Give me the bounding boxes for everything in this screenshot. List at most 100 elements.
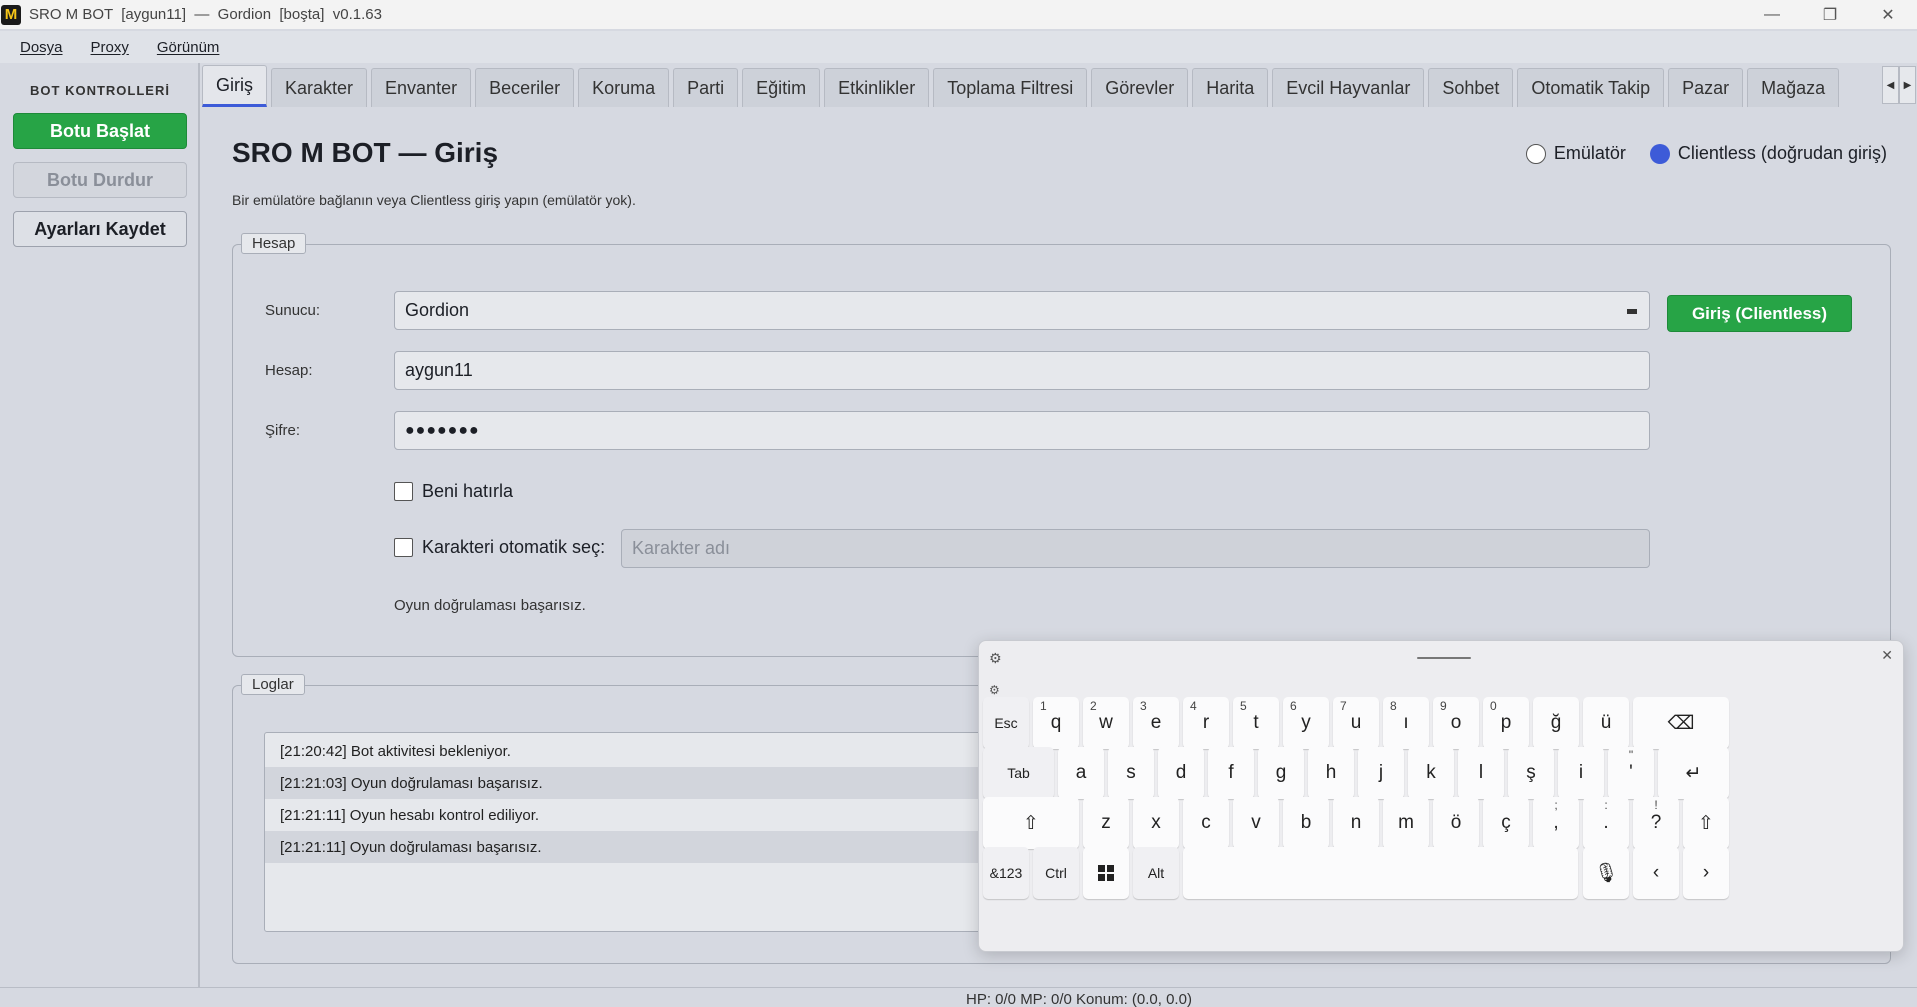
key-'[interactable]: ' " — [1608, 747, 1654, 799]
stop-bot-button[interactable]: Botu Durdur — [13, 162, 187, 198]
tab-scroll-right-icon[interactable]: ▶ — [1899, 66, 1916, 104]
maximize-button[interactable]: ❐ — [1801, 0, 1859, 29]
tab-sohbet[interactable]: Sohbet — [1428, 68, 1514, 107]
menu-dosya[interactable]: Dosya — [20, 39, 63, 56]
key-p[interactable]: p0 — [1483, 697, 1529, 749]
key-ğ[interactable]: ğ — [1533, 697, 1579, 749]
key-ö[interactable]: ö — [1433, 797, 1479, 849]
key-label: z — [1101, 812, 1111, 833]
key-&123[interactable]: &123 — [983, 847, 1029, 899]
character-name-placeholder: Karakter adı — [632, 538, 731, 558]
key-n[interactable]: n — [1333, 797, 1379, 849]
key-c[interactable]: c — [1183, 797, 1229, 849]
key-w[interactable]: w2 — [1083, 697, 1129, 749]
server-select[interactable]: Gordion — [394, 291, 1650, 330]
enter-key-icon[interactable]: ↵ — [1658, 747, 1729, 799]
tab-giris[interactable]: Giriş — [202, 65, 267, 107]
key-v[interactable]: v — [1233, 797, 1279, 849]
start-bot-button[interactable]: Botu Başlat — [13, 113, 187, 149]
mode-emulator-option[interactable]: Emülatör — [1525, 143, 1626, 164]
shift-key-icon[interactable]: ⇧ — [983, 797, 1079, 849]
tab-harita[interactable]: Harita — [1192, 68, 1269, 107]
key-l[interactable]: l — [1458, 747, 1504, 799]
key-Esc[interactable]: Esc — [983, 697, 1029, 749]
tab-egitim[interactable]: Eğitim — [742, 68, 821, 107]
keyboard-close-icon[interactable]: ✕ — [1881, 647, 1893, 664]
key-h[interactable]: h — [1308, 747, 1354, 799]
auto-select-character-row[interactable]: Karakteri otomatik seç: — [394, 537, 605, 558]
auto-select-character-checkbox[interactable] — [394, 538, 413, 557]
key-ü[interactable]: ü — [1583, 697, 1629, 749]
key-d[interactable]: d — [1158, 747, 1204, 799]
keyboard-options-icon[interactable]: ⚙ — [989, 683, 1000, 697]
key-g[interactable]: g — [1258, 747, 1304, 799]
key-j[interactable]: j — [1358, 747, 1404, 799]
key-e[interactable]: e3 — [1133, 697, 1179, 749]
tab-envanter[interactable]: Envanter — [371, 68, 472, 107]
key-b[interactable]: b — [1283, 797, 1329, 849]
key-space[interactable] — [1183, 847, 1578, 899]
key-f[interactable]: f — [1208, 747, 1254, 799]
tab-gorevler[interactable]: Görevler — [1091, 68, 1189, 107]
remember-me-checkbox[interactable] — [394, 482, 413, 501]
key-x[interactable]: x — [1133, 797, 1179, 849]
shift-key-icon[interactable]: ⇧ — [1683, 797, 1729, 849]
menu-gorunum[interactable]: Görünüm — [157, 39, 220, 56]
windows-logo-icon — [1098, 865, 1114, 881]
tab-otomatik-takip[interactable]: Otomatik Takip — [1517, 68, 1665, 107]
arrow-left-key-icon[interactable]: ‹ — [1633, 847, 1679, 899]
tab-etkinlikler[interactable]: Etkinlikler — [824, 68, 930, 107]
key-k[interactable]: k — [1408, 747, 1454, 799]
tab-koruma[interactable]: Koruma — [578, 68, 670, 107]
keyboard-drag-handle[interactable] — [1417, 657, 1471, 659]
login-clientless-button[interactable]: Giriş (Clientless) — [1667, 295, 1852, 332]
key-m[interactable]: m — [1383, 797, 1429, 849]
key-o[interactable]: o9 — [1433, 697, 1479, 749]
key-ç[interactable]: ç — [1483, 797, 1529, 849]
key-?[interactable]: ?! — [1633, 797, 1679, 849]
key-ı[interactable]: ı8 — [1383, 697, 1429, 749]
key-Alt[interactable]: Alt — [1133, 847, 1179, 899]
key-s[interactable]: s — [1108, 747, 1154, 799]
tab-parti[interactable]: Parti — [673, 68, 739, 107]
key-i[interactable]: i — [1558, 747, 1604, 799]
key-t[interactable]: t5 — [1233, 697, 1279, 749]
key-z[interactable]: z — [1083, 797, 1129, 849]
emulator-radio[interactable] — [1525, 143, 1546, 164]
character-name-input[interactable]: Karakter adı — [621, 529, 1650, 568]
windows-key-icon[interactable] — [1083, 847, 1129, 899]
key-q[interactable]: q1 — [1033, 697, 1079, 749]
microphone-key-icon[interactable]: 🎙 — [1583, 847, 1629, 899]
mode-clientless-option[interactable]: Clientless (doğrudan giriş) — [1649, 143, 1887, 164]
key-label: y — [1301, 712, 1311, 733]
key-Ctrl[interactable]: Ctrl — [1033, 847, 1079, 899]
key-y[interactable]: y6 — [1283, 697, 1329, 749]
tab-toplama-filtresi[interactable]: Toplama Filtresi — [933, 68, 1088, 107]
clientless-radio[interactable] — [1649, 143, 1670, 164]
key-secondary-label: 0 — [1490, 699, 1497, 713]
key-Tab[interactable]: Tab — [983, 747, 1054, 799]
close-button[interactable]: ✕ — [1859, 0, 1917, 29]
key-.[interactable]: .: — [1583, 797, 1629, 849]
tab-pazar[interactable]: Pazar — [1668, 68, 1744, 107]
key-,[interactable]: ,; — [1533, 797, 1579, 849]
password-input[interactable]: ●●●●●●● — [394, 411, 1650, 450]
tab-karakter[interactable]: Karakter — [271, 68, 368, 107]
key-label: &123 — [989, 865, 1023, 881]
save-settings-button[interactable]: Ayarları Kaydet — [13, 211, 187, 247]
key-u[interactable]: u7 — [1333, 697, 1379, 749]
tab-magaza[interactable]: Mağaza — [1747, 68, 1840, 107]
key-r[interactable]: r4 — [1183, 697, 1229, 749]
minimize-button[interactable]: — — [1743, 0, 1801, 29]
tab-evcil-hayvanlar[interactable]: Evcil Hayvanlar — [1272, 68, 1425, 107]
key-ş[interactable]: ş — [1508, 747, 1554, 799]
menu-proxy[interactable]: Proxy — [91, 39, 129, 56]
account-input[interactable]: aygun11 — [394, 351, 1650, 390]
keyboard-settings-icon[interactable]: ⚙ — [989, 650, 1002, 667]
key-a[interactable]: a — [1058, 747, 1104, 799]
backspace-key-icon[interactable]: ⌫ — [1633, 697, 1729, 749]
remember-me-row[interactable]: Beni hatırla — [394, 481, 513, 502]
tab-beceriler[interactable]: Beceriler — [475, 68, 575, 107]
tab-scroll-left-icon[interactable]: ◀ — [1882, 66, 1899, 104]
arrow-right-key-icon[interactable]: › — [1683, 847, 1729, 899]
